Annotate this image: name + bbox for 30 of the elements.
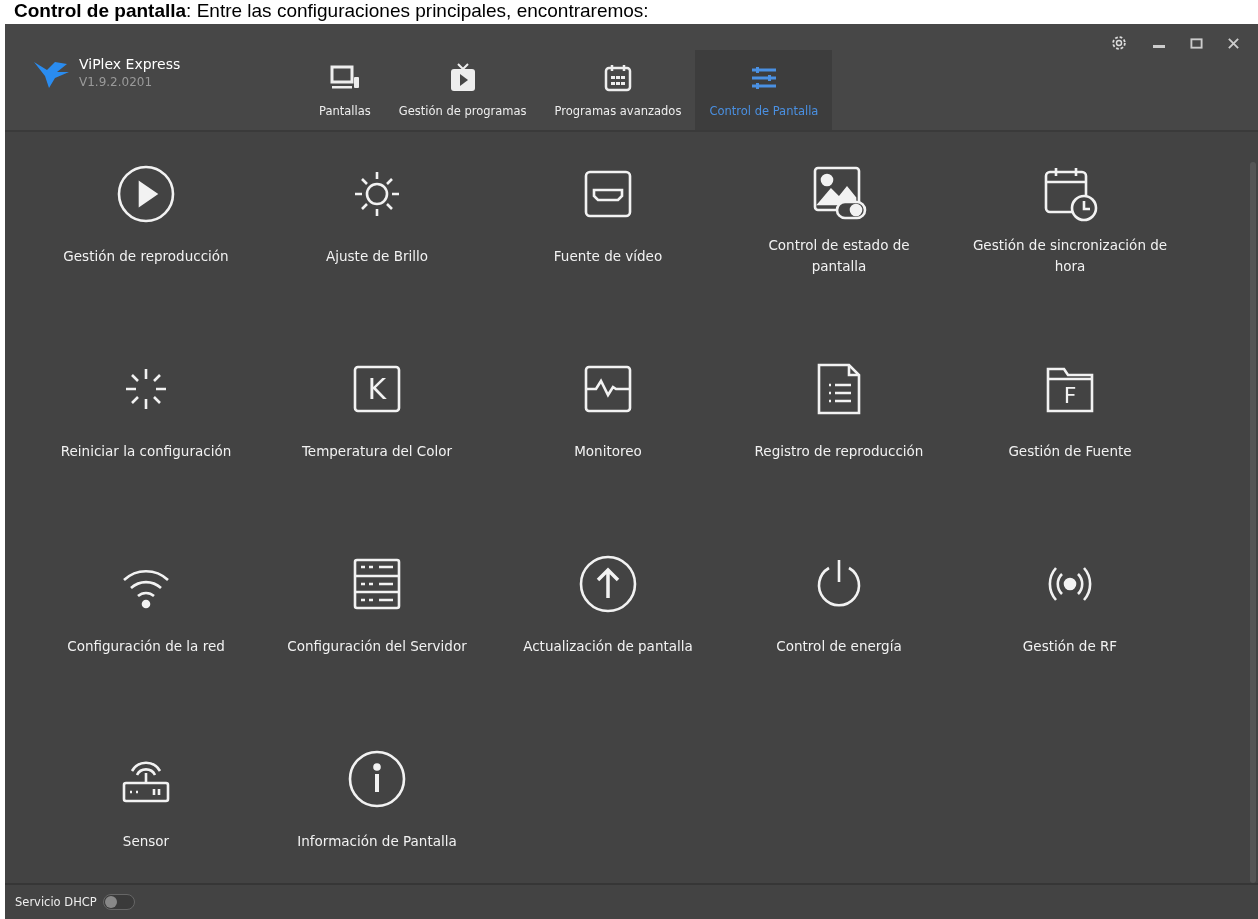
settings-icon[interactable] [1110, 34, 1128, 52]
function-tile[interactable]: Información de Pantalla [264, 747, 490, 863]
function-tile[interactable]: Control de energía [726, 552, 952, 668]
nav-tab[interactable]: Pantallas [305, 50, 385, 130]
dhcp-toggle[interactable] [102, 894, 135, 910]
function-tile[interactable]: Ajuste de Brillo [264, 162, 490, 278]
function-tile[interactable]: K Temperatura del Color [264, 357, 490, 473]
caption-text: Control de pantalla: Entre las configuraciones principales, encontraremos: [13, 0, 650, 23]
calendar-icon [602, 62, 634, 94]
nav-tab[interactable]: Gestión de programas [384, 50, 541, 130]
dhcp-label: Servicio DHCP [15, 895, 97, 909]
function-tile[interactable]: Configuración del Servidor [264, 552, 490, 668]
close-icon[interactable] [1227, 36, 1240, 50]
function-tile[interactable]: Configuración de la red [33, 552, 259, 668]
function-tile[interactable]: F Gestión de Fuente [957, 357, 1183, 473]
function-tile[interactable]: Gestión de sincronización de hora [957, 162, 1183, 278]
nav-tab[interactable]: Programas avanzados [540, 50, 696, 130]
function-tile[interactable]: Actualización de pantalla [495, 552, 721, 668]
function-tile[interactable]: Fuente de vídeo [495, 162, 721, 278]
function-tile[interactable]: Registro de reproducción [726, 357, 952, 473]
maximize-icon[interactable] [1190, 36, 1203, 50]
function-tile[interactable]: Control de estado de pantalla [726, 162, 952, 278]
app-name: ViPlex Express [79, 56, 181, 72]
function-tile[interactable]: Gestión de RF [957, 552, 1183, 668]
function-tile[interactable]: Monitoreo [495, 357, 721, 473]
scrollbar[interactable] [1250, 162, 1256, 883]
function-tile[interactable]: Sensor [33, 747, 259, 863]
function-tile[interactable]: Gestión de reproducción [33, 162, 259, 278]
app-version: V1.9.2.0201 [79, 75, 154, 89]
function-tile[interactable]: Reiniciar la configuración [33, 357, 259, 473]
